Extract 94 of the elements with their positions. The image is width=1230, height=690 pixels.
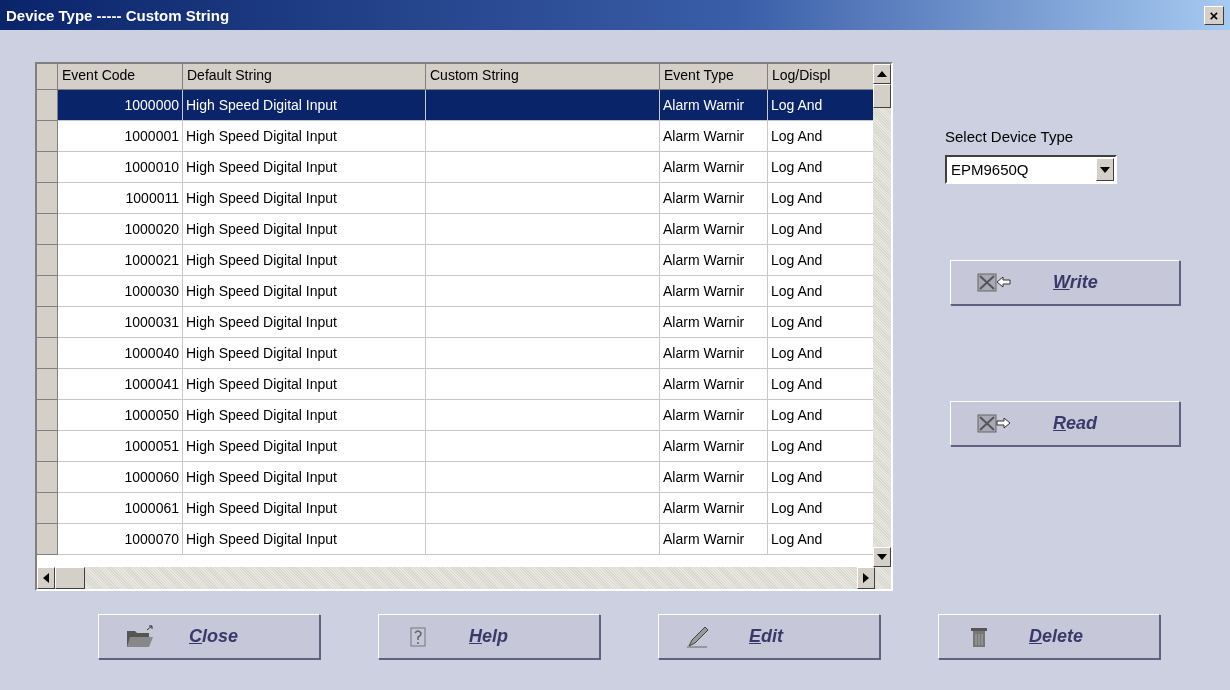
table-cell: 1000011 xyxy=(58,183,183,214)
arrow-left-icon xyxy=(977,271,1011,294)
table-cell: High Speed Digital Input xyxy=(183,121,426,152)
up-arrow-icon xyxy=(877,71,887,77)
vertical-scrollbar[interactable] xyxy=(873,64,891,567)
table-cell: High Speed Digital Input xyxy=(183,276,426,307)
table-row[interactable]: 1000070 High Speed Digital Input Alarm Warnir Log And xyxy=(37,524,873,555)
column-header[interactable]: Custom String xyxy=(426,64,660,90)
table-cell: High Speed Digital Input xyxy=(183,152,426,183)
table-cell: Alarm Warnir xyxy=(660,493,768,524)
read-button[interactable]: Read xyxy=(950,401,1180,446)
down-arrow-icon xyxy=(877,554,887,560)
table-cell: Alarm Warnir xyxy=(660,121,768,152)
table-row[interactable]: 1000050 High Speed Digital Input Alarm Warnir Log And xyxy=(37,400,873,431)
scroll-down-button[interactable] xyxy=(873,547,891,567)
table-cell: 1000030 xyxy=(58,276,183,307)
table-cell: High Speed Digital Input xyxy=(183,462,426,493)
field-label: Select Device Type xyxy=(945,128,1075,145)
table-cell: High Speed Digital Input xyxy=(183,307,426,338)
table-row[interactable]: 1000010 High Speed Digital Input Alarm Warnir Log And xyxy=(37,152,873,183)
table-cell: Alarm Warnir xyxy=(660,338,768,369)
folder-icon xyxy=(125,624,155,649)
help-button[interactable]: Help xyxy=(378,614,600,659)
table-row[interactable]: 1000000 High Speed Digital Input Alarm Warnir Log And xyxy=(37,90,873,121)
write-button[interactable]: Write xyxy=(950,260,1180,305)
table-cell: 1000020 xyxy=(58,214,183,245)
table-row[interactable]: 1000020 High Speed Digital Input Alarm Warnir Log And xyxy=(37,214,873,245)
table-cell: High Speed Digital Input xyxy=(183,524,426,555)
window-title: Device Type ----- Custom String xyxy=(6,6,230,24)
table-cell: Alarm Warnir xyxy=(660,307,768,338)
table-cell: Alarm Warnir xyxy=(660,369,768,400)
table-cell: 1000070 xyxy=(58,524,183,555)
table-row[interactable]: 1000021 High Speed Digital Input Alarm Warnir Log And xyxy=(37,245,873,276)
table-cell: 1000031 xyxy=(58,307,183,338)
table-cell: 1000061 xyxy=(58,493,183,524)
table-cell: 1000051 xyxy=(58,431,183,462)
scroll-thumb[interactable] xyxy=(873,84,891,108)
table-cell: 1000001 xyxy=(58,121,183,152)
caret-icon xyxy=(1100,166,1110,173)
table-cell: 1000060 xyxy=(58,462,183,493)
table-cell: High Speed Digital Input xyxy=(183,493,426,524)
table-cell: 1000041 xyxy=(58,369,183,400)
close-button[interactable]: × xyxy=(1204,5,1224,25)
table-cell: High Speed Digital Input xyxy=(183,214,426,245)
table-cell: Log And xyxy=(768,90,873,121)
table-cell: Alarm Warnir xyxy=(660,214,768,245)
table-cell: Alarm Warnir xyxy=(660,276,768,307)
dropdown-button[interactable] xyxy=(1096,158,1114,181)
left-arrow-icon xyxy=(43,573,49,583)
table-row[interactable]: 1000030 High Speed Digital Input Alarm Warnir Log And xyxy=(37,276,873,307)
table-row[interactable]: 1000031 High Speed Digital Input Alarm Warnir Log And xyxy=(37,307,873,338)
table-cell: 1000010 xyxy=(58,152,183,183)
table-cell: High Speed Digital Input xyxy=(183,338,426,369)
edit-button[interactable]: Edit xyxy=(658,614,880,659)
table-row[interactable]: 1000001 High Speed Digital Input Alarm Warnir Log And xyxy=(37,121,873,152)
horizontal-scrollbar[interactable] xyxy=(37,567,891,589)
table-row[interactable]: 1000051 High Speed Digital Input Alarm Warnir Log And xyxy=(37,431,873,462)
column-header[interactable]: Default String xyxy=(183,64,426,90)
table-cell: Alarm Warnir xyxy=(660,524,768,555)
scroll-left-button[interactable] xyxy=(37,567,55,589)
arrow-right-icon xyxy=(977,412,1011,435)
dropdown-value: EPM9650Q xyxy=(950,161,1029,178)
device-type-dropdown[interactable]: EPM9650Q xyxy=(945,155,1117,184)
table-cell: High Speed Digital Input xyxy=(183,400,426,431)
column-header[interactable]: Event Type xyxy=(660,64,768,90)
table-cell: High Speed Digital Input xyxy=(183,90,426,121)
table-row[interactable]: 1000040 High Speed Digital Input Alarm Warnir Log And xyxy=(37,338,873,369)
table-cell: High Speed Digital Input xyxy=(183,245,426,276)
scroll-right-button[interactable] xyxy=(857,567,875,589)
column-header[interactable]: Log/Displ xyxy=(768,64,873,90)
table-cell: 1000021 xyxy=(58,245,183,276)
table-cell: Alarm Warnir xyxy=(660,462,768,493)
table-cell: High Speed Digital Input xyxy=(183,183,426,214)
column-header[interactable]: Event Code xyxy=(58,64,183,90)
table-cell: Alarm Warnir xyxy=(660,90,768,121)
delete-button[interactable]: Delete xyxy=(938,614,1160,659)
table-cell: Alarm Warnir xyxy=(660,400,768,431)
scroll-up-button[interactable] xyxy=(873,64,891,84)
right-arrow-icon xyxy=(863,573,869,583)
scroll-thumb[interactable] xyxy=(55,567,85,589)
table-cell: Alarm Warnir xyxy=(660,245,768,276)
table-cell: Alarm Warnir xyxy=(660,431,768,462)
table-cell: High Speed Digital Input xyxy=(183,431,426,462)
table-cell: 1000050 xyxy=(58,400,183,431)
table-cell: Alarm Warnir xyxy=(660,183,768,214)
table-cell: High Speed Digital Input xyxy=(183,369,426,400)
table-row[interactable]: 1000041 High Speed Digital Input Alarm Warnir Log And xyxy=(37,369,873,400)
table-row[interactable]: 1000061 High Speed Digital Input Alarm Warnir Log And xyxy=(37,493,873,524)
table-row[interactable]: 1000060 High Speed Digital Input Alarm Warnir Log And xyxy=(37,462,873,493)
close-button[interactable]: Close xyxy=(98,614,320,659)
table-cell: Alarm Warnir xyxy=(660,152,768,183)
table-row[interactable]: 1000011 High Speed Digital Input Alarm Warnir Log And xyxy=(37,183,873,214)
table-cell: 1000040 xyxy=(58,338,183,369)
table-cell: 1000000 xyxy=(58,90,183,121)
